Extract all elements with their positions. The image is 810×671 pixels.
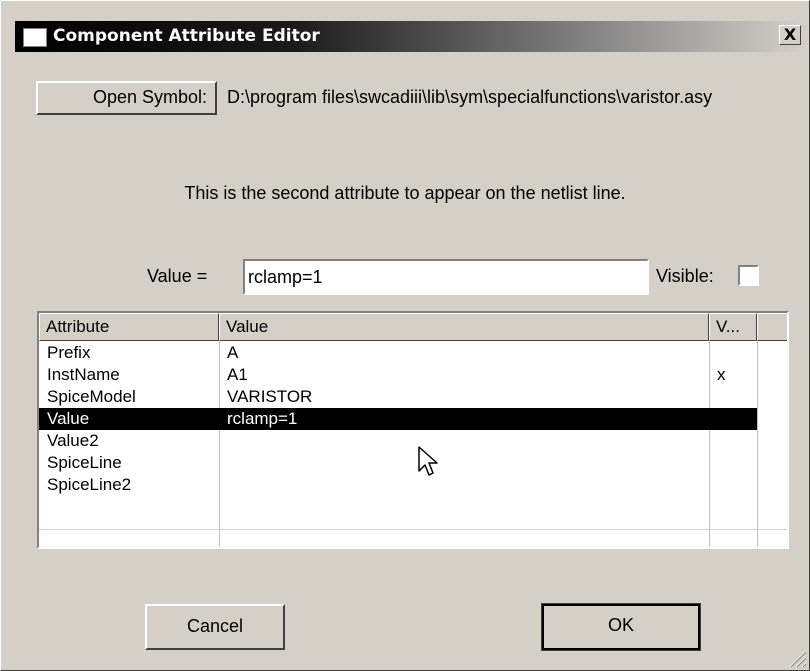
table-row[interactable]: InstName A1 x [39,364,757,386]
value-input[interactable] [243,259,649,295]
row-divider [39,529,787,530]
visible-cell [709,408,757,430]
attribute-cell: InstName [47,365,120,384]
attribute-cell: Value2 [47,431,99,450]
title-bar[interactable]: Component Attribute Editor X [15,21,805,52]
visible-checkbox[interactable] [738,265,759,286]
value-cell [219,430,709,452]
visible-cell [709,342,757,364]
visible-cell [709,430,757,452]
column-header-attribute[interactable]: Attribute [39,313,219,341]
column-header-visible[interactable]: V... [709,313,757,341]
visible-label: Visible: [656,266,714,286]
attribute-table[interactable]: Attribute Value V... Prefix A InstName A… [37,311,789,549]
column-header-value[interactable]: Value [219,313,709,341]
visible-cell [709,386,757,408]
attribute-cell: Value [47,409,90,428]
mouse-pointer-icon [418,446,438,476]
open-symbol-button[interactable]: Open Symbol: [36,81,217,115]
value-cell [219,474,709,496]
attribute-description: This is the second attribute to appear o… [184,183,626,203]
table-row[interactable]: Prefix A [39,342,757,364]
value-cell: VARISTOR [227,387,313,406]
ok-button[interactable]: OK [541,603,701,651]
table-header: Attribute Value V... [39,313,787,341]
symbol-path: D:\program files\swcadiii\lib\sym\specia… [227,87,713,107]
attribute-cell: Prefix [47,343,91,362]
column-divider [757,341,758,547]
value-cell: A [227,343,239,362]
window-title: Component Attribute Editor [53,26,320,46]
attribute-cell: SpiceModel [47,387,136,406]
visible-cell: x [717,365,726,384]
component-attribute-editor-dialog: Component Attribute Editor X Open Symbol… [0,0,810,671]
table-row-selected[interactable]: Value rclamp=1 [39,408,757,430]
visible-cell [709,474,757,496]
table-row[interactable]: SpiceLine2 [39,474,757,496]
close-button[interactable]: X [779,25,801,45]
cancel-button[interactable]: Cancel [145,604,285,650]
visible-cell [709,452,757,474]
attribute-cell: SpiceLine [47,453,122,472]
value-cell [219,452,709,474]
resize-grip-icon[interactable] [787,648,807,668]
window-icon [23,28,47,47]
attribute-cell: SpiceLine2 [47,475,132,494]
table-row[interactable]: Value2 [39,430,757,452]
value-cell: rclamp=1 [227,409,298,428]
value-field-label: Value = [147,266,208,286]
column-header-filler [757,313,787,341]
table-row[interactable]: SpiceLine [39,452,757,474]
value-cell: A1 [227,365,248,384]
table-row[interactable]: SpiceModel VARISTOR [39,386,757,408]
